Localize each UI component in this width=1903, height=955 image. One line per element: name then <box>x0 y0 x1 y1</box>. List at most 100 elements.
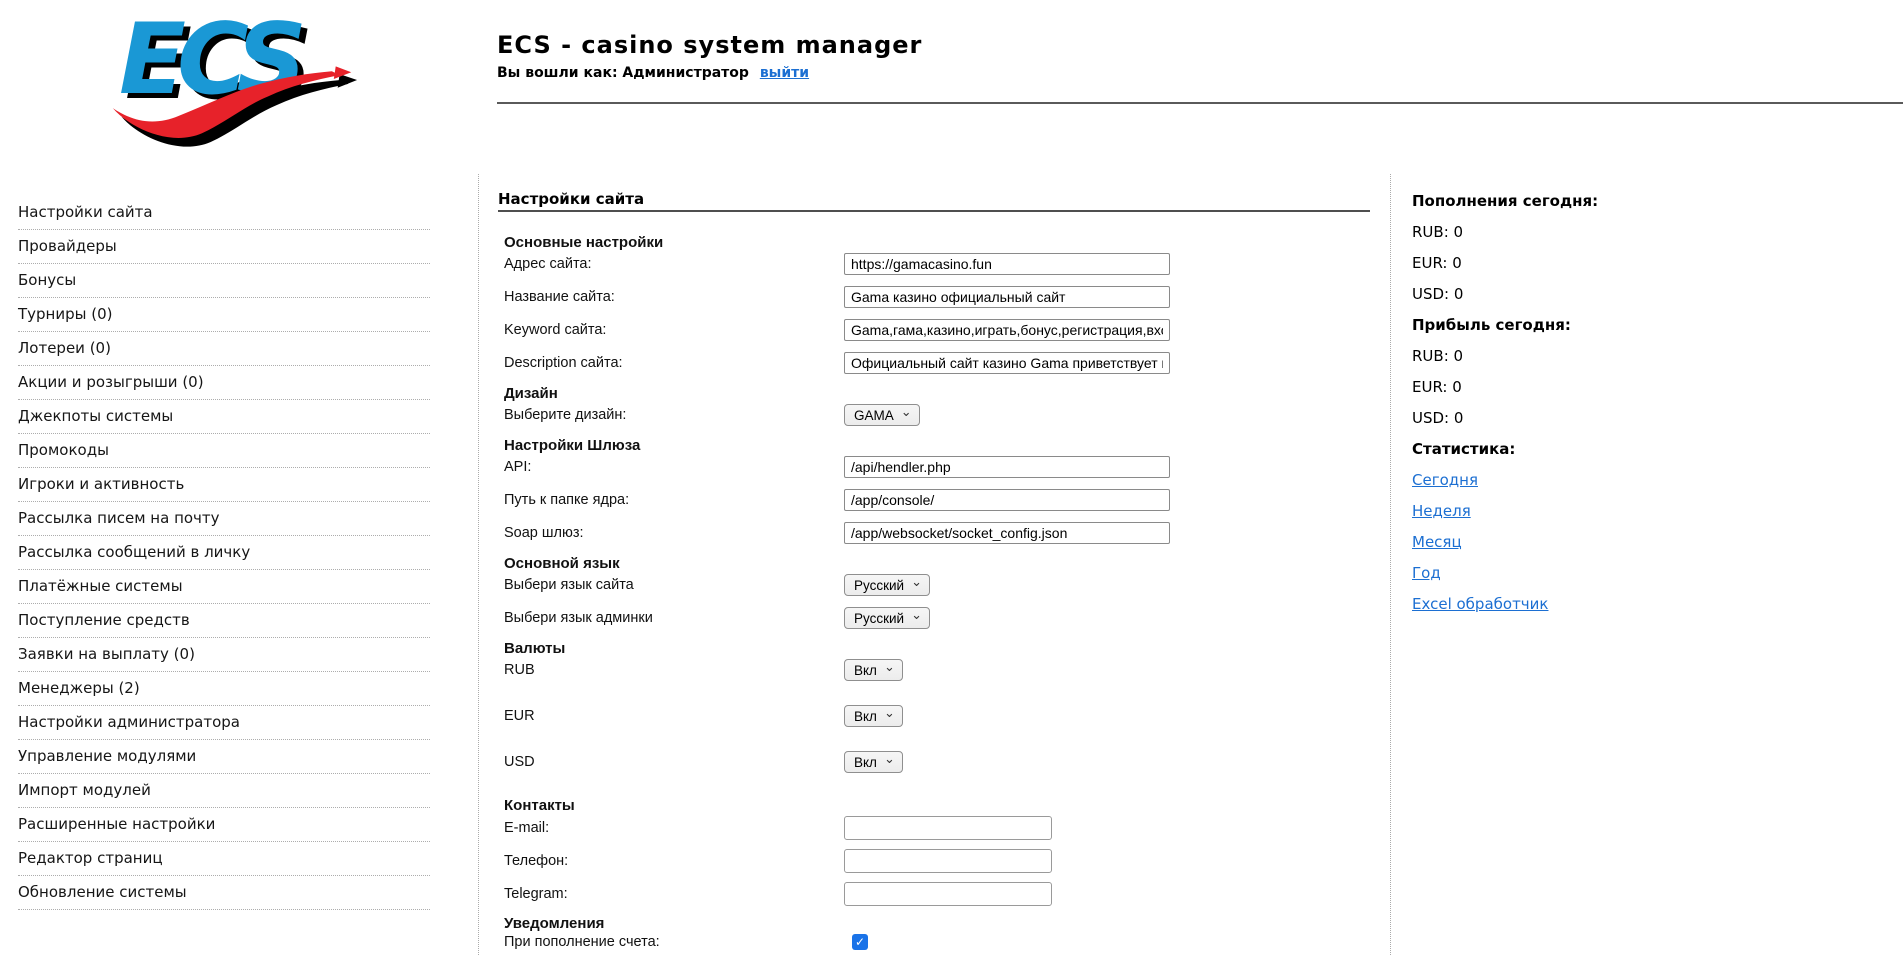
replenish-row: При пополнение счета: ✓ <box>504 934 1390 950</box>
api-label: API: <box>504 459 844 475</box>
stats-link-week[interactable]: Неделя <box>1412 502 1471 520</box>
logout-link[interactable]: выйти <box>760 65 809 81</box>
rub-row: RUB Вкл ⌄ <box>504 659 1390 681</box>
sidebar-item-providers[interactable]: Провайдеры <box>18 230 430 264</box>
basic-settings-heading: Основные настройки <box>504 234 1390 251</box>
site-name-input[interactable] <box>844 286 1170 308</box>
admin-lang-label: Выбери язык админки <box>504 610 844 626</box>
site-lang-select-value: Русский <box>854 578 904 593</box>
site-lang-select[interactable]: Русский ⌄ <box>844 574 930 596</box>
chevron-down-icon: ⌄ <box>911 610 922 620</box>
design-select-value: GAMA <box>854 408 894 423</box>
sidebar-item-page-editor[interactable]: Редактор страниц <box>18 842 430 876</box>
stats-panel: Пополнения сегодня: RUB: 0 EUR: 0 USD: 0… <box>1390 174 1903 955</box>
replenish-label: При пополнение счета: <box>504 934 844 950</box>
sidebar-item-managers[interactable]: Менеджеры (2) <box>18 672 430 706</box>
language-heading: Основной язык <box>504 555 1390 572</box>
settings-panel: Настройки сайта Основные настройки Адрес… <box>478 174 1390 955</box>
stats-link-month[interactable]: Месяц <box>1412 533 1462 551</box>
site-lang-label: Выбери язык сайта <box>504 577 844 593</box>
core-path-row: Путь к папке ядра: <box>504 489 1390 511</box>
soap-input[interactable] <box>844 522 1170 544</box>
sidebar-item-bonuses[interactable]: Бонусы <box>18 264 430 298</box>
eur-row: EUR Вкл ⌄ <box>504 705 1390 727</box>
main-columns: Настройки сайта Провайдеры Бонусы Турнир… <box>0 174 1903 955</box>
deposits-usd: USD: 0 <box>1412 285 1903 303</box>
deposits-heading: Пополнения сегодня: <box>1412 192 1903 210</box>
settings-form: Основные настройки Адрес сайта: Название… <box>504 234 1390 950</box>
header: ECS ECS - casino system manager Вы вошли… <box>0 0 1903 174</box>
phone-row: Телефон: <box>504 849 1390 873</box>
sidebar-item-module-management[interactable]: Управление модулями <box>18 740 430 774</box>
description-row: Description сайта: <box>504 352 1390 374</box>
soap-label: Soap шлюз: <box>504 525 844 541</box>
design-heading: Дизайн <box>504 385 1390 402</box>
sidebar-item-promocodes[interactable]: Промокоды <box>18 434 430 468</box>
stats-link-excel[interactable]: Excel обработчик <box>1412 595 1548 613</box>
site-name-label: Название сайта: <box>504 289 844 305</box>
gateway-heading: Настройки Шлюза <box>504 437 1390 454</box>
sidebar-item-payment-systems[interactable]: Платёжные системы <box>18 570 430 604</box>
api-row: API: <box>504 456 1390 478</box>
ecs-logo: ECS <box>113 10 358 135</box>
sidebar-item-module-import[interactable]: Импорт модулей <box>18 774 430 808</box>
usd-select[interactable]: Вкл ⌄ <box>844 751 903 773</box>
logged-in-as-text: Вы вошли как: Администратор <box>497 65 749 81</box>
site-address-row: Адрес сайта: <box>504 253 1390 275</box>
usd-label: USD <box>504 754 844 770</box>
logo-swoosh-icon <box>107 48 359 155</box>
admin-lang-row: Выбери язык админки Русский ⌄ <box>504 607 1390 629</box>
profit-heading: Прибыль сегодня: <box>1412 316 1903 334</box>
stats-link-today[interactable]: Сегодня <box>1412 471 1478 489</box>
site-address-input[interactable] <box>844 253 1170 275</box>
chevron-down-icon: ⌄ <box>884 708 895 718</box>
profit-eur: EUR: 0 <box>1412 378 1903 396</box>
sidebar-item-tournaments[interactable]: Турниры (0) <box>18 298 430 332</box>
sidebar-item-system-update[interactable]: Обновление системы <box>18 876 430 910</box>
header-divider <box>497 102 1903 104</box>
sidebar-item-promotions[interactable]: Акции и розыгрыши (0) <box>18 366 430 400</box>
telegram-row: Telegram: <box>504 882 1390 906</box>
api-input[interactable] <box>844 456 1170 478</box>
sidebar-item-advanced-settings[interactable]: Расширенные настройки <box>18 808 430 842</box>
stats-link-year[interactable]: Год <box>1412 564 1441 582</box>
sidebar-item-pm-newsletter[interactable]: Рассылка сообщений в личку <box>18 536 430 570</box>
sidebar-item-site-settings[interactable]: Настройки сайта <box>18 196 430 230</box>
chevron-down-icon: ⌄ <box>884 662 895 672</box>
sidebar-item-incoming-funds[interactable]: Поступление средств <box>18 604 430 638</box>
rub-select[interactable]: Вкл ⌄ <box>844 659 903 681</box>
replenish-checkbox[interactable]: ✓ <box>852 934 868 950</box>
design-select[interactable]: GAMA ⌄ <box>844 404 920 426</box>
sidebar-menu: Настройки сайта Провайдеры Бонусы Турнир… <box>18 196 430 910</box>
core-path-input[interactable] <box>844 489 1170 511</box>
admin-lang-select[interactable]: Русский ⌄ <box>844 607 930 629</box>
telegram-label: Telegram: <box>504 886 844 902</box>
sidebar-item-players-activity[interactable]: Игроки и активность <box>18 468 430 502</box>
sidebar-item-admin-settings[interactable]: Настройки администратора <box>18 706 430 740</box>
notifications-heading: Уведомления <box>504 915 1390 932</box>
phone-label: Телефон: <box>504 853 844 869</box>
keyword-input[interactable] <box>844 319 1170 341</box>
description-input[interactable] <box>844 352 1170 374</box>
sidebar-item-payout-requests[interactable]: Заявки на выплату (0) <box>18 638 430 672</box>
email-label: E-mail: <box>504 820 844 836</box>
chevron-down-icon: ⌄ <box>884 754 895 764</box>
currencies-heading: Валюты <box>504 640 1390 657</box>
description-label: Description сайта: <box>504 355 844 371</box>
telegram-input[interactable] <box>844 882 1052 906</box>
site-name-row: Название сайта: <box>504 286 1390 308</box>
site-lang-row: Выбери язык сайта Русский ⌄ <box>504 574 1390 596</box>
rub-label: RUB <box>504 662 844 678</box>
stats-heading: Статистика: <box>1412 440 1903 458</box>
chevron-down-icon: ⌄ <box>911 577 922 587</box>
sidebar-item-lotteries[interactable]: Лотереи (0) <box>18 332 430 366</box>
usd-row: USD Вкл ⌄ <box>504 751 1390 773</box>
sidebar: Настройки сайта Провайдеры Бонусы Турнир… <box>0 174 478 955</box>
eur-label: EUR <box>504 708 844 724</box>
sidebar-item-jackpots[interactable]: Джекпоты системы <box>18 400 430 434</box>
sidebar-item-email-newsletter[interactable]: Рассылка писем на почту <box>18 502 430 536</box>
email-input[interactable] <box>844 816 1052 840</box>
deposits-eur: EUR: 0 <box>1412 254 1903 272</box>
phone-input[interactable] <box>844 849 1052 873</box>
eur-select[interactable]: Вкл ⌄ <box>844 705 903 727</box>
